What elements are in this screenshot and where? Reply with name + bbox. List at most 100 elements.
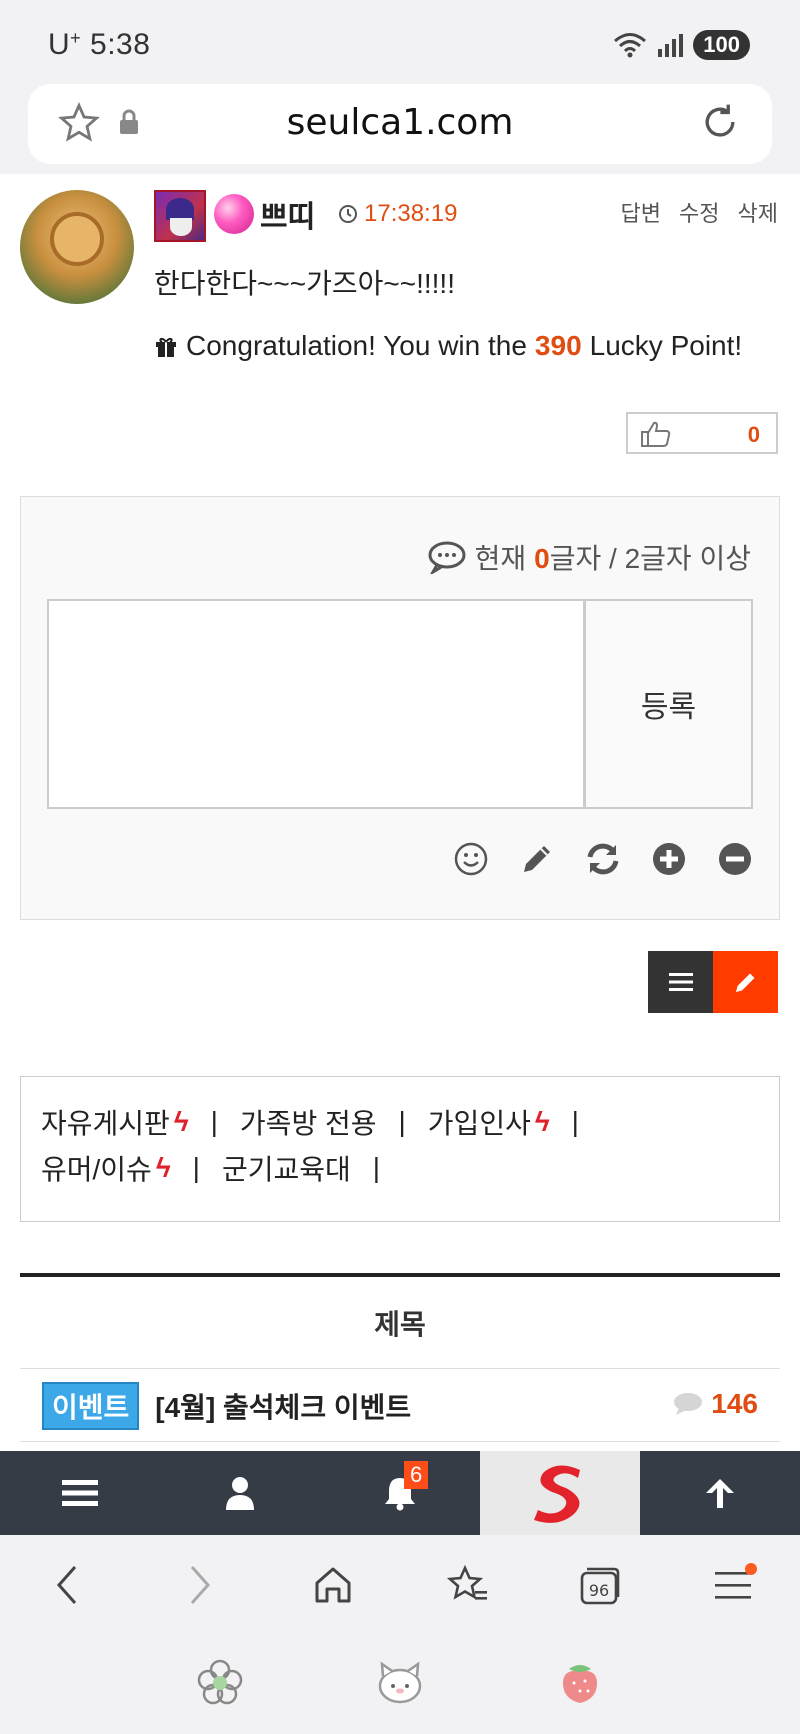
comment-body: 한다한다~~~가즈아~~!!!!! [154, 268, 455, 299]
reply-toolbar [453, 841, 753, 877]
lucky-suffix: Lucky Point! [589, 330, 743, 361]
category-label: 군기교육대 [221, 1154, 351, 1185]
nav-profile[interactable] [160, 1451, 320, 1535]
category-family-room[interactable]: 가족방 전용 [240, 1102, 377, 1142]
comment-time: 17:38:19 [338, 200, 457, 228]
avatar-face [50, 212, 104, 266]
nav-scroll-top[interactable] [640, 1451, 800, 1535]
reply-form: 현재 0글자 / 2글자 이상 등록 [20, 496, 780, 920]
like-count: 0 [747, 422, 760, 447]
strawberry-icon[interactable] [557, 1659, 603, 1710]
nav-notifications[interactable]: 6 [320, 1451, 480, 1535]
post-title[interactable]: [4월] 출석체크 이벤트 [155, 1386, 411, 1426]
category-humor[interactable]: 유머/이슈 ϟ [41, 1148, 171, 1188]
site-bottom-nav: 6 [0, 1451, 800, 1535]
write-pencil-icon [735, 973, 754, 992]
carrier-sup: + [70, 28, 82, 48]
comment-author[interactable]: 쁘띠 [260, 192, 315, 236]
menu-icon [668, 973, 693, 991]
carrier-time: U+ 5:38 [48, 28, 150, 62]
flower-icon[interactable] [197, 1659, 243, 1710]
category-discipline[interactable]: 군기교육대 [222, 1148, 351, 1188]
minus-icon[interactable] [717, 841, 753, 877]
event-tag: 이벤트 [42, 1381, 140, 1430]
bear-icon[interactable] [376, 1660, 424, 1709]
like-button[interactable]: 0 [626, 412, 778, 454]
lucky-prefix: Congratulation! You win the [186, 330, 527, 361]
board-buttons [648, 951, 778, 1013]
category-free-board[interactable]: 자유게시판 ϟ [41, 1102, 189, 1142]
bookmark-list-icon [446, 1565, 487, 1600]
hamburger-icon [715, 1572, 752, 1599]
reply-textarea[interactable] [47, 599, 585, 809]
svg-text:96: 96 [589, 1581, 609, 1600]
write-button[interactable] [713, 951, 778, 1013]
plus-icon[interactable] [651, 841, 687, 877]
rank-orb-icon [214, 194, 254, 234]
address-bar[interactable]: seulca1.com [28, 84, 772, 164]
pencil-icon[interactable] [519, 841, 555, 877]
hot-bolt-icon: ϟ [173, 1106, 189, 1137]
char-counter: 현재 0글자 / 2글자 이상 [427, 537, 751, 577]
counter-suffix: 글자 / 2글자 이상 [549, 543, 751, 574]
back-button[interactable] [37, 1555, 97, 1615]
notification-badge: 6 [404, 1461, 429, 1489]
avatar[interactable] [20, 190, 134, 304]
back-chevron-icon [56, 1566, 76, 1604]
list-button[interactable] [648, 951, 713, 1013]
browser-bottom-bar: 96 [0, 1535, 800, 1635]
smile-icon[interactable] [453, 841, 489, 877]
comment-time-text: 17:38:19 [364, 200, 458, 227]
gift-icon [156, 337, 176, 357]
counter-prefix: 현재 [474, 543, 527, 574]
category-label: 가입인사 [427, 1108, 531, 1139]
thumbs-up-icon [640, 420, 672, 453]
counter-value: 0 [534, 543, 550, 574]
system-dock [0, 1635, 800, 1734]
url-text[interactable]: seulca1.com [28, 102, 772, 143]
refresh-icon[interactable] [585, 841, 621, 877]
wifi-icon [614, 33, 647, 58]
edit-link[interactable]: 수정 [679, 196, 719, 228]
hot-bolt-icon: ϟ [534, 1106, 550, 1137]
comment-count-text: 146 [711, 1388, 758, 1419]
home-button[interactable] [303, 1555, 363, 1615]
comment-count: 146 [673, 1388, 758, 1420]
update-dot [745, 1563, 758, 1575]
separator: | [571, 1106, 579, 1137]
speech-bubble-icon [428, 541, 466, 574]
category-greetings[interactable]: 가입인사 ϟ [428, 1102, 550, 1142]
browser-menu-button[interactable] [703, 1555, 763, 1615]
level-badge-icon [154, 190, 206, 242]
signal-icon [658, 34, 684, 57]
separator: | [192, 1152, 200, 1183]
reload-icon[interactable] [698, 100, 742, 149]
forward-chevron-icon [190, 1566, 210, 1604]
clock: 5:38 [90, 28, 151, 61]
site-logo[interactable] [480, 1451, 640, 1535]
reply-link[interactable]: 답변 [621, 196, 661, 228]
comment-bubble-icon [674, 1393, 703, 1415]
separator: | [372, 1152, 381, 1183]
clock-icon [339, 205, 357, 223]
table-row[interactable]: 이벤트 [4월] 출석체크 이벤트 146 [20, 1370, 780, 1442]
tabs-button[interactable]: 96 [570, 1555, 630, 1615]
browser-toolbar: seulca1.com [0, 84, 800, 174]
carrier-label: U [48, 28, 71, 61]
separator: | [398, 1106, 406, 1137]
forward-button[interactable] [170, 1555, 230, 1615]
delete-link[interactable]: 삭제 [738, 196, 778, 228]
board-column-header: 제목 [20, 1277, 780, 1369]
tabs-icon: 96 [580, 1567, 620, 1605]
submit-button[interactable]: 등록 [585, 599, 753, 809]
home-icon [315, 1567, 351, 1603]
menu-icon [62, 1480, 98, 1506]
lucky-point-message: Congratulation! You win the 390 Lucky Po… [154, 330, 742, 362]
nav-menu[interactable] [0, 1451, 160, 1535]
category-label: 자유게시판 [41, 1108, 170, 1139]
comment-actions: 답변 수정 삭제 [621, 196, 778, 228]
arrow-up-icon [706, 1479, 734, 1508]
bookmarks-button[interactable] [437, 1555, 497, 1615]
hot-bolt-icon: ϟ [155, 1152, 171, 1183]
category-label: 가족방 전용 [239, 1108, 377, 1139]
